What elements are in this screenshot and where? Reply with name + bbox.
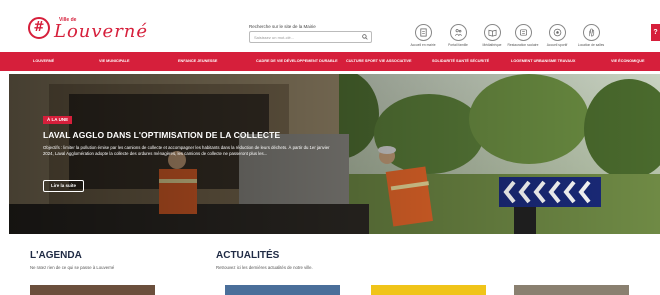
quick-link-label: Location de salles (577, 43, 605, 47)
hero-description: Objectifs : limiter la pollution émise p… (43, 145, 330, 157)
main-nav: LOUVERNÉ VIE MUNICIPALE ENFANCE JEUNESSE… (0, 52, 660, 71)
nav-item-logement[interactable]: LOGEMENT URBANISME TRAVAUX (511, 52, 575, 71)
search-label: Recherche sur le site de la Mairie (249, 24, 316, 29)
quick-link-label: Accueil sportif (546, 43, 568, 47)
nav-item-cadre-de-vie[interactable]: CADRE DE VIE DÉVELOPPEMENT DURABLE (256, 52, 338, 71)
document-icon (414, 24, 432, 41)
news-card-image[interactable] (225, 285, 340, 295)
hero-tag: À LA UNE (43, 116, 73, 124)
agenda-subtitle: Ne ratez rien de ce qui se passe à Louve… (30, 265, 115, 270)
family-icon (449, 24, 467, 41)
search-input[interactable]: Saisissez un mot-clé... (249, 31, 372, 43)
site-header: # Ville de Louverné Recherche sur le sit… (0, 0, 660, 52)
logo-name: Louverné (54, 21, 149, 42)
hand-icon (582, 24, 600, 41)
hero-title[interactable]: LAVAL AGGLO DANS L'OPTIMISATION DE LA CO… (43, 130, 280, 140)
news-title: ACTUALITÉS (216, 250, 280, 261)
quick-link-restauration-scolaire[interactable]: Restauration scolaire (505, 24, 541, 50)
nav-item-vie-economique[interactable]: VIE ÉCONOMIQUE (611, 52, 645, 71)
quick-link-portail-famille[interactable]: Portail famille (440, 24, 476, 50)
quick-link-accueil-mairie[interactable]: Accueil en mairie (405, 24, 441, 50)
page: # Ville de Louverné Recherche sur le sit… (0, 0, 660, 295)
nav-item-solidarite[interactable]: SOLIDARITÉ SANTÉ SÉCURITÉ (432, 52, 489, 71)
hero-banner[interactable]: À LA UNE LAVAL AGGLO DANS L'OPTIMISATION… (9, 74, 660, 234)
help-tab[interactable]: ? (651, 24, 660, 41)
nav-item-enfance-jeunesse[interactable]: ENFANCE JEUNESSE (178, 52, 217, 71)
nav-item-louverne[interactable]: LOUVERNÉ (33, 52, 54, 71)
logo-hash-icon: # (28, 17, 50, 39)
quick-link-label: Restauration scolaire (507, 43, 539, 47)
agenda-card-image[interactable] (30, 285, 155, 295)
site-logo[interactable]: # Ville de Louverné (28, 17, 147, 43)
agenda-title: L'AGENDA (30, 250, 82, 261)
book-icon (483, 24, 501, 41)
quick-link-location-salles[interactable]: Location de salles (573, 24, 609, 50)
quick-link-label: Accueil en mairie (410, 43, 436, 47)
news-card-image[interactable] (371, 285, 486, 295)
nav-item-culture-sport[interactable]: CULTURE SPORT VIE ASSOCIATIVE (346, 52, 412, 71)
search-placeholder: Saisissez un mot-clé... (254, 35, 295, 40)
quick-link-accueil-sportif[interactable]: Accueil sportif (539, 24, 575, 50)
search-icon[interactable] (362, 34, 368, 40)
news-subtitle: Retrouvez ici les dernières actualités d… (216, 265, 313, 270)
food-icon (514, 24, 532, 41)
ball-icon (548, 24, 566, 41)
nav-item-vie-municipale[interactable]: VIE MUNICIPALE (99, 52, 130, 71)
read-more-button[interactable]: Lire la suite (43, 180, 85, 192)
news-card-image[interactable] (514, 285, 629, 295)
quick-link-label: Portail famille (448, 43, 468, 47)
